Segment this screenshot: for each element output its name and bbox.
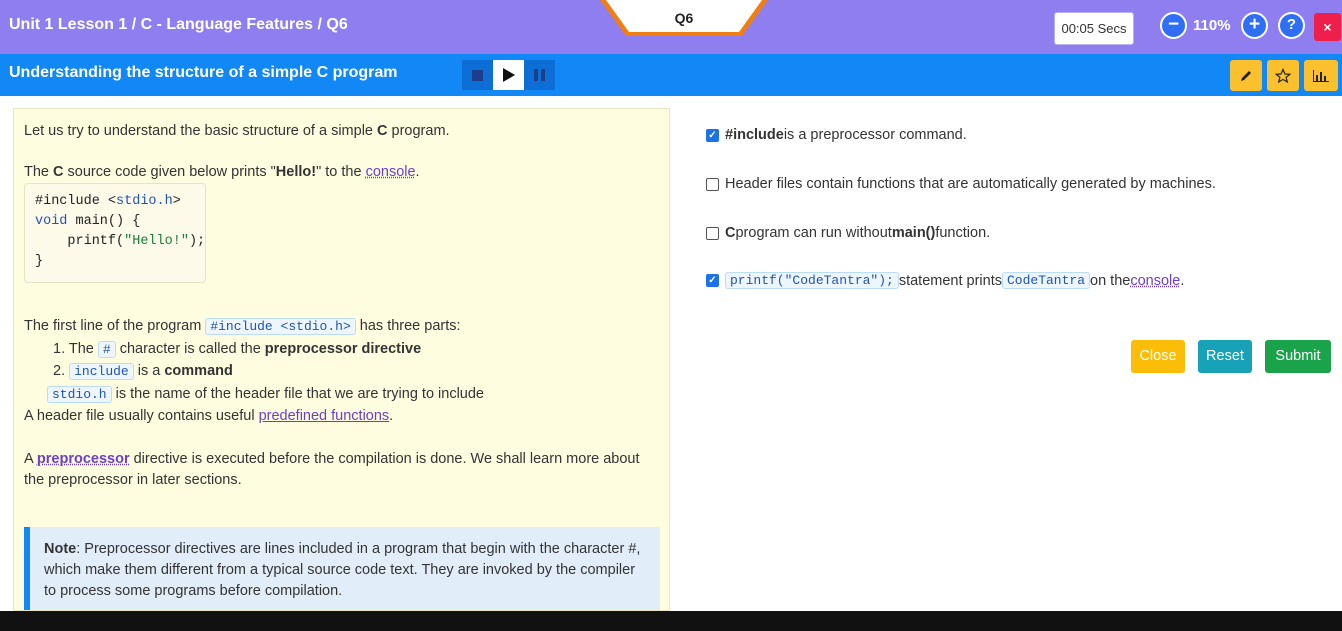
- close-icon: ×: [1323, 19, 1332, 35]
- list-item: 2. include is a command: [53, 363, 233, 380]
- question-tab[interactable]: Q6: [600, 0, 768, 36]
- predefined-functions-link[interactable]: predefined functions: [259, 408, 390, 424]
- submit-button[interactable]: Submit: [1265, 340, 1331, 373]
- bar-chart-icon: [1313, 69, 1329, 82]
- lesson-paragraph: The C source code given below prints "He…: [24, 164, 420, 180]
- pause-icon: [534, 69, 545, 81]
- lesson-title: Understanding the structure of a simple …: [9, 64, 398, 81]
- question-tab-label: Q6: [674, 10, 694, 26]
- breadcrumb[interactable]: Unit 1 Lesson 1 / C - Language Features …: [9, 16, 348, 34]
- option-4[interactable]: ✓ printf("CodeTantra"); statement prints…: [706, 272, 1184, 289]
- note-label: Note: [44, 541, 77, 557]
- minus-circle-icon: −: [1167, 14, 1180, 35]
- help-button[interactable]: ?: [1278, 12, 1305, 39]
- pause-button[interactable]: [524, 60, 555, 90]
- lesson-intro: Let us try to understand the basic struc…: [24, 123, 450, 139]
- note-text: : Preprocessor directives are lines incl…: [44, 541, 641, 599]
- zoom-out-button[interactable]: −: [1160, 12, 1187, 39]
- pencil-icon: [1241, 70, 1251, 81]
- option-1-checkbox[interactable]: ✓: [706, 128, 719, 142]
- option-3-checkbox[interactable]: [706, 226, 719, 240]
- sub-bar: Understanding the structure of a simple …: [0, 54, 1342, 96]
- play-icon: [503, 68, 515, 82]
- preprocessor-paragraph: A preprocessor directive is executed bef…: [24, 451, 640, 488]
- star-button[interactable]: [1267, 60, 1299, 91]
- close-window-button[interactable]: ×: [1314, 13, 1341, 41]
- header-file-paragraph: A header file usually contains useful pr…: [24, 408, 394, 424]
- preprocessor-link[interactable]: preprocessor: [37, 451, 130, 467]
- stop-button[interactable]: [462, 60, 493, 90]
- star-icon: [1275, 67, 1291, 83]
- question-circle-icon: ?: [1286, 16, 1297, 33]
- list-item: stdio.h is the name of the header file t…: [47, 384, 484, 405]
- zoom-in-button[interactable]: +: [1241, 12, 1268, 39]
- lesson-panel: Let us try to understand the basic struc…: [13, 108, 670, 611]
- top-bar: Unit 1 Lesson 1 / C - Language Features …: [0, 0, 1342, 54]
- stop-icon: [472, 70, 483, 81]
- stats-button[interactable]: [1304, 60, 1338, 91]
- zoom-level: 110%: [1193, 17, 1231, 34]
- option-2[interactable]: Header files contain functions that are …: [706, 176, 1216, 192]
- note-box: Note: Preprocessor directives are lines …: [24, 527, 660, 610]
- list-item: 1. The # character is called the preproc…: [53, 341, 422, 358]
- option-4-checkbox[interactable]: ✓: [706, 274, 719, 287]
- option-2-checkbox[interactable]: [706, 177, 719, 191]
- first-line-paragraph: The first line of the program #include <…: [24, 318, 461, 335]
- bottom-strip: [0, 611, 1342, 631]
- console-link[interactable]: console: [1130, 273, 1180, 289]
- option-3[interactable]: C program can run without main() functio…: [706, 225, 990, 241]
- option-1[interactable]: ✓ #include is a preprocessor command.: [706, 127, 967, 143]
- console-link[interactable]: console: [366, 164, 416, 180]
- timer: 00:05 Secs: [1054, 12, 1134, 45]
- app-root: Unit 1 Lesson 1 / C - Language Features …: [0, 0, 1342, 631]
- plus-circle-icon: +: [1248, 14, 1261, 35]
- pencil-button[interactable]: [1230, 60, 1262, 91]
- reset-button[interactable]: Reset: [1198, 340, 1252, 373]
- close-button[interactable]: Close: [1131, 340, 1185, 373]
- code-block: #include <stdio.h> void main() { printf(…: [24, 183, 206, 283]
- play-button[interactable]: [493, 60, 524, 90]
